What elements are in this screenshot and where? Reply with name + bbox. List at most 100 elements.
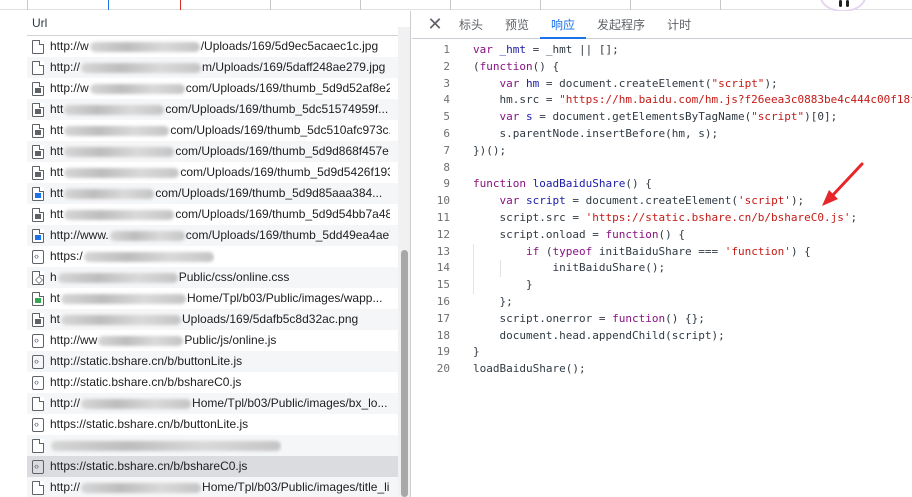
scrollbar-thumb[interactable] [401, 250, 408, 497]
request-row[interactable]: htt com/Uploads/169/thumb_5d9d5426f193... [27, 162, 410, 183]
code-token: onerror [545, 311, 593, 325]
script-icon [32, 372, 44, 393]
tab-timing[interactable]: 计时 [656, 11, 702, 38]
line-number: 7 [443, 143, 450, 157]
request-row[interactable]: http:// m/Uploads/169/5daff248ae279.jpg [27, 57, 410, 78]
code-keyword: function [605, 227, 659, 241]
code-token: ( [731, 194, 738, 208]
script-icon [32, 351, 44, 372]
code-line: 6 s.parentNode.insertBefore(hm, s); [412, 126, 912, 143]
code-token: = [565, 210, 586, 224]
code-text: if (typeof initBaiduShare === 'function'… [473, 244, 811, 261]
request-row[interactable]: http://ww Public/js/online.js [27, 330, 410, 351]
request-url: https://static.bshare.cn/b/buttonLite.js [50, 414, 248, 435]
request-row[interactable]: http://static.bshare.cn/b/buttonLite.js [27, 351, 410, 372]
code-token: } [473, 278, 533, 292]
request-url-suffix: com/Uploads/169/thumb_5dc51574959f... [165, 102, 389, 116]
request-url-suffix: com/Uploads/169/thumb_5d9d52af8e2c... [185, 81, 390, 95]
request-row[interactable]: http:// Home/Tpl/b03/Public/images/bx_lo.… [27, 393, 410, 414]
document-icon [32, 438, 44, 453]
code-line: 15 } [412, 277, 912, 294]
line-number: 14 [436, 261, 450, 275]
script-icon [32, 456, 44, 477]
code-text: initBaiduShare(); [473, 260, 665, 277]
code-text: var script = document.createElement('scr… [473, 193, 805, 210]
close-icon[interactable]: ✕ [422, 11, 448, 38]
request-url-prefix: http://w [50, 39, 89, 53]
request-row[interactable]: https:/ [27, 246, 410, 267]
document-icon [32, 39, 44, 54]
image-file-icon [32, 81, 44, 96]
tab-initiator[interactable]: 发起程序 [586, 11, 656, 38]
request-row[interactable]: https://static.bshare.cn/b/buttonLite.js [27, 414, 410, 435]
request-row[interactable]: htt com/Uploads/169/thumb_5dc510afc973c..… [27, 120, 410, 141]
code-token: document [499, 328, 553, 342]
redacted-segment [61, 314, 182, 325]
timeline-tick [360, 0, 361, 10]
request-row[interactable]: http://w com/Uploads/169/thumb_5d9d52af8e… [27, 78, 410, 99]
tab-preview[interactable]: 预览 [494, 11, 540, 38]
avatar-eye [846, 0, 849, 7]
request-url-suffix: Public/css/online.css [178, 270, 290, 284]
request-row[interactable]: https://static.bshare.cn/b/bshareC0.js [27, 456, 410, 477]
timeline-tick [180, 0, 181, 10]
redacted-segment [57, 272, 178, 283]
url-column-header[interactable]: Url [27, 11, 410, 36]
code-keyword: var [499, 194, 520, 208]
line-number: 3 [443, 76, 450, 90]
code-token: hm [671, 126, 685, 140]
code-token: src [519, 93, 540, 107]
request-row[interactable]: http://www. com/Uploads/169/thumb_5dd49ea… [27, 225, 410, 246]
request-url-prefix: http://w [50, 81, 89, 95]
request-row[interactable]: h Public/css/online.css [27, 267, 410, 288]
request-row[interactable]: http:// Home/Tpl/b03/Public/images/title_… [27, 477, 410, 497]
line-number: 4 [443, 93, 450, 107]
tab-headers[interactable]: 标头 [448, 11, 494, 38]
redacted-segment [109, 230, 185, 241]
code-line: 18 document.head.appendChild(script); [412, 328, 912, 345]
code-identifier: script [526, 194, 566, 208]
code-token: ); [790, 194, 805, 208]
line-number: 19 [436, 345, 450, 359]
code-line: 20 loadBaiduShare(); [412, 361, 912, 378]
indent-guide [473, 243, 475, 261]
code-text: document.head.appendChild(script); [473, 328, 725, 345]
code-token: })(); [473, 143, 507, 157]
tab-response[interactable]: 响应 [540, 11, 587, 39]
request-row[interactable]: htt com/Uploads/169/thumb_5d9d85aaa384... [27, 183, 410, 204]
code-line: 13 if (typeof initBaiduShare === 'functi… [412, 243, 912, 261]
code-text: var _hmt = _hmt || []; [473, 42, 619, 59]
request-row[interactable]: htt com/Uploads/169/thumb_5d9d868f457e... [27, 141, 410, 162]
code-token: document [559, 76, 613, 90]
code-token: initBaiduShare [552, 261, 646, 275]
request-url: https://static.bshare.cn/b/bshareC0.js [50, 456, 247, 477]
document-icon [32, 396, 44, 411]
response-code-viewer[interactable]: 1 var _hmt = _hmt || []; 2 (function() {3 v… [412, 39, 912, 378]
request-url: h Public/css/online.css [50, 267, 289, 288]
request-row[interactable]: ht Home/Tpl/b03/Public/images/wapp... [27, 288, 410, 309]
request-row[interactable]: http://static.bshare.cn/b/bshareC0.js [27, 372, 410, 393]
avatar-eye [839, 0, 842, 7]
code-token: . [578, 126, 586, 140]
redacted-segment [61, 293, 187, 304]
request-row[interactable]: ht Uploads/169/5dafb5c8d32ac.png [27, 309, 410, 330]
code-line: 12 script.onload = function() { [412, 227, 912, 244]
request-row[interactable]: htt com/Uploads/169/thumb_5dc51574959f... [27, 99, 410, 120]
request-url-prefix: http://static.bshare.cn/b/buttonLite.js [50, 354, 243, 368]
request-row[interactable]: htt com/Uploads/169/thumb_5d9d54bb7a48... [27, 204, 410, 225]
request-url: http:// Home/Tpl/b03/Public/images/title_… [50, 477, 390, 497]
image-file-green-icon [32, 291, 44, 306]
code-text: var s = document.getElementsByTagName("s… [473, 109, 838, 126]
line-number: 9 [443, 177, 450, 191]
code-line: 9 function loadBaiduShare() { [412, 176, 912, 193]
request-row[interactable] [27, 435, 410, 456]
request-row[interactable]: http://w/Uploads/169/5d9ec5acaec1c.jpg [27, 36, 410, 57]
